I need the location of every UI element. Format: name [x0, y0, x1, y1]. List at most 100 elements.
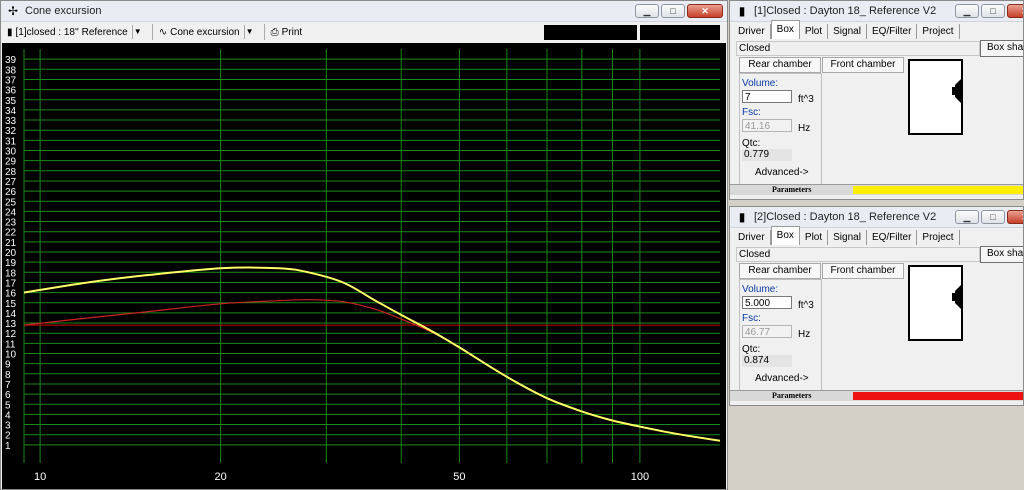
y-tick-label: 17: [5, 278, 17, 289]
y-tick-label: 9: [5, 360, 11, 371]
y-tick-label: 30: [5, 147, 17, 158]
plot-select[interactable]: ∿ Cone excursion ▼: [156, 24, 258, 40]
maximize-button[interactable]: □: [661, 4, 685, 18]
box-window-tabs: Driver Box Plot Signal EQ/Filter Project: [733, 20, 1023, 39]
front-chamber-button[interactable]: Front chamber: [822, 57, 904, 73]
x-tick-label: 10: [34, 471, 46, 483]
tab-box[interactable]: Box: [770, 20, 800, 39]
y-tick-label: 39: [5, 55, 17, 66]
volume-input[interactable]: 5.000: [742, 296, 792, 309]
main-titlebar[interactable]: ✢ Cone excursion ▁ □ ✕: [1, 1, 727, 22]
rear-chamber-button[interactable]: Rear chamber: [739, 263, 821, 279]
box-shape-button[interactable]: Box shape: [980, 246, 1023, 263]
maximize-button[interactable]: □: [981, 210, 1005, 224]
series-color-swatch: [853, 392, 1023, 400]
series-line-box2: [23, 299, 721, 442]
tab-signal[interactable]: Signal: [828, 230, 867, 245]
close-button[interactable]: ✕: [687, 4, 723, 18]
crosshair-icon: ✢: [7, 4, 19, 18]
wave-icon: ∿: [158, 26, 168, 38]
advanced-link[interactable]: Advanced->: [755, 167, 809, 178]
box-window-title: [1]Closed : Dayton 18_ Reference V2: [754, 5, 937, 17]
volume-unit: ft^3: [798, 94, 814, 105]
box-type-field[interactable]: Closed: [736, 247, 980, 262]
speaker-icon: ▮: [7, 26, 13, 38]
tab-project[interactable]: Project: [917, 24, 960, 39]
minimize-button[interactable]: ▁: [955, 210, 979, 224]
maximize-button[interactable]: □: [981, 4, 1005, 18]
y-tick-label: 37: [5, 75, 17, 86]
series-color-swatch: [853, 186, 1023, 194]
volume-input[interactable]: 7: [742, 90, 792, 103]
y-tick-label: 8: [5, 370, 11, 381]
plot-canvas: 1234567891011121314151617181920212223242…: [5, 49, 721, 483]
close-button[interactable]: ✕: [1007, 210, 1023, 224]
fsc-unit: Hz: [798, 329, 811, 340]
y-tick-label: 25: [5, 197, 17, 208]
y-tick-label: 22: [5, 228, 17, 239]
y-tick-label: 29: [5, 157, 17, 168]
tab-box[interactable]: Box: [770, 226, 800, 245]
cone-excursion-plot[interactable]: 1 2 3 4 5 6 7 8 9 10 11 12 13 14 15 16 17 18 19 20 21 22 23 24 2…: [2, 43, 726, 489]
y-tick-label: 24: [5, 207, 17, 218]
y-tick-label: 19: [5, 258, 17, 269]
toolbar-separator: [263, 24, 265, 40]
y-tick-label: 12: [5, 329, 17, 340]
y-tick-label: 4: [5, 410, 11, 421]
volume-unit: ft^3: [798, 300, 814, 311]
box-diagram: [908, 59, 963, 135]
box-shape-button[interactable]: Box shape: [980, 40, 1023, 57]
y-tick-label: 35: [5, 96, 17, 107]
tab-signal[interactable]: Signal: [828, 24, 867, 39]
chevron-down-icon[interactable]: ▼: [131, 25, 143, 39]
parameters-label: Parameters: [772, 391, 812, 400]
box-window-2-titlebar[interactable]: ▮ [2]Closed : Dayton 18_ Reference V2 ▁ …: [730, 207, 1023, 228]
tab-eq-filter[interactable]: EQ/Filter: [867, 24, 918, 39]
print-button[interactable]: ⎙ Print: [268, 24, 306, 40]
y-tick-label: 15: [5, 299, 17, 310]
box-window-2: ▮ [2]Closed : Dayton 18_ Reference V2 ▁ …: [729, 206, 1024, 406]
volume-label: Volume:: [742, 284, 779, 295]
project-select[interactable]: ▮ [1]closed : 18'' Reference ▼: [4, 24, 146, 40]
box-diagram: [908, 265, 963, 341]
volume-label: Volume:: [742, 78, 779, 89]
minimize-button[interactable]: ▁: [955, 4, 979, 18]
tab-project[interactable]: Project: [917, 230, 960, 245]
y-tick-label: 21: [5, 238, 17, 249]
y-tick-label: 33: [5, 116, 17, 127]
box-window-1-titlebar[interactable]: ▮ [1]Closed : Dayton 18_ Reference V2 ▁ …: [730, 1, 1023, 22]
tab-driver[interactable]: Driver: [733, 24, 771, 39]
rear-chamber-button[interactable]: Rear chamber: [739, 57, 821, 73]
qtc-label: Qtc:: [742, 344, 761, 355]
tab-plot[interactable]: Plot: [800, 24, 829, 39]
y-tick-label: 20: [5, 248, 17, 259]
y-tick-label: 16: [5, 289, 17, 300]
tab-eq-filter[interactable]: EQ/Filter: [867, 230, 918, 245]
front-chamber-button[interactable]: Front chamber: [822, 263, 904, 279]
close-button[interactable]: ✕: [1007, 4, 1023, 18]
chevron-down-icon[interactable]: ▼: [243, 25, 255, 39]
box-type-field[interactable]: Closed: [736, 41, 980, 56]
box-window-tabs: Driver Box Plot Signal EQ/Filter Project: [733, 226, 1023, 245]
parameters-bar: Parameters: [730, 390, 1023, 401]
x-tick-label: 50: [453, 471, 465, 483]
tab-driver[interactable]: Driver: [733, 230, 771, 245]
tab-plot[interactable]: Plot: [800, 230, 829, 245]
minimize-button[interactable]: ▁: [635, 4, 659, 18]
plot-select-label: Cone excursion: [170, 26, 240, 38]
advanced-link[interactable]: Advanced->: [755, 373, 809, 384]
y-tick-label: 31: [5, 136, 17, 147]
qtc-label: Qtc:: [742, 138, 761, 149]
y-tick-label: 38: [5, 65, 17, 76]
toolbar-separator: [151, 24, 153, 40]
driver-icon: [952, 283, 963, 311]
y-tick-label: 1: [5, 441, 11, 452]
box-window-title: [2]Closed : Dayton 18_ Reference V2: [754, 211, 937, 223]
fsc-label: Fsc:: [742, 313, 761, 324]
main-window-title: Cone excursion: [25, 5, 102, 17]
qtc-value: 0.874: [742, 355, 792, 367]
y-tick-label: 7: [5, 380, 11, 391]
box-window-1: ▮ [1]Closed : Dayton 18_ Reference V2 ▁ …: [729, 0, 1024, 200]
box-parameters-panel: Volume: 7 ft^3 Fsc: 41.16 Hz Qtc: 0.779 …: [739, 73, 822, 185]
readout-box-2: [640, 25, 720, 40]
